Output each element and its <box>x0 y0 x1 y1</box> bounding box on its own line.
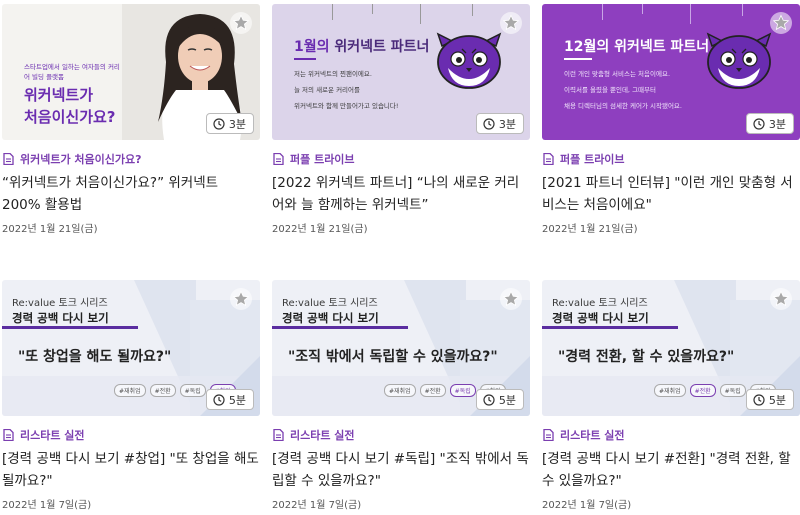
document-icon <box>273 429 284 441</box>
thumb-quote: "조직 밖에서 독립할 수 있을까요?" <box>288 349 498 365</box>
article-card[interactable]: Re:value 토크 시리즈 경력 공백 다시 보기 "조직 밖에서 독립할 … <box>272 280 530 511</box>
article-title[interactable]: [경력 공백 다시 보기 #창업] "또 창업을 해도 될까요?" <box>2 448 260 492</box>
article-thumbnail[interactable]: Re:value 토크 시리즈 경력 공백 다시 보기 "조직 밖에서 독립할 … <box>272 280 530 416</box>
series-title: 경력 공백 다시 보기 <box>552 311 649 325</box>
category-link[interactable]: 리스타트 실전 <box>542 428 800 442</box>
clock-icon <box>753 117 765 130</box>
article-card[interactable]: Re:value 토크 시리즈 경력 공백 다시 보기 "경력 전환, 할 수 … <box>542 280 800 511</box>
article-thumbnail[interactable]: Re:value 토크 시리즈 경력 공백 다시 보기 "경력 전환, 할 수 … <box>542 280 800 416</box>
tag-active: #독립 <box>449 384 476 397</box>
category-link[interactable]: 퍼플 트라이브 <box>272 152 530 166</box>
tag-active: #전환 <box>689 384 716 397</box>
duration-badge: 5분 <box>475 389 524 410</box>
article-date: 2022년 1월 21일(금) <box>2 224 98 235</box>
bookmark-star-icon[interactable] <box>500 288 522 310</box>
article-title[interactable]: [2021 파트너 인터뷰] "이런 개인 맞춤형 서비스는 처음이에요" <box>542 172 800 216</box>
clock-icon <box>483 117 495 130</box>
article-title[interactable]: [2022 위커넥트 파트너] “나의 새로운 커리어와 늘 함께하는 위커넥트… <box>272 172 530 216</box>
bookmark-star-icon[interactable] <box>770 12 792 34</box>
tag: #재취업 <box>654 384 686 397</box>
bookmark-star-icon[interactable] <box>230 288 252 310</box>
duration-badge: 3분 <box>745 113 794 134</box>
document-icon <box>3 429 14 441</box>
series-title: 경력 공백 다시 보기 <box>12 311 109 325</box>
duration-badge: 3분 <box>205 113 254 134</box>
series-label: Re:value 토크 시리즈 <box>12 298 108 309</box>
tag: #재취업 <box>384 384 416 397</box>
thumb-body-text: 저는 위커넥트의 찐팬이에요. 늘 저의 새로운 커리어를 위커넥트와 함께 만… <box>294 70 399 110</box>
article-date: 2022년 1월 7일(금) <box>272 500 362 511</box>
bookmark-star-icon[interactable] <box>770 288 792 310</box>
article-date: 2022년 1월 7일(금) <box>542 500 632 511</box>
article-thumbnail[interactable]: 스타트업에서 일하는 여자들의 커리어 빌딩 플랫폼 위커넥트가 처음이신가요?… <box>2 4 260 140</box>
article-card[interactable]: 1월의 위커넥트 파트너 저는 위커넥트의 찐팬이에요. 늘 저의 새로운 커리… <box>272 4 530 235</box>
clock-icon <box>213 117 225 130</box>
article-thumbnail[interactable]: 1월의 위커넥트 파트너 저는 위커넥트의 찐팬이에요. 늘 저의 새로운 커리… <box>272 4 530 140</box>
bookmark-star-icon[interactable] <box>500 12 522 34</box>
category-link[interactable]: 리스타트 실전 <box>2 428 260 442</box>
category-link[interactable]: 퍼플 트라이브 <box>542 152 800 166</box>
article-title[interactable]: “위커넥트가 처음이신가요?” 위커넥트 200% 활용법 <box>2 172 260 216</box>
clock-icon <box>753 393 765 406</box>
duration-badge: 5분 <box>205 389 254 410</box>
thumb-headline: 위커넥트가 처음이신가요? <box>24 86 116 126</box>
tag: #전환 <box>419 384 446 397</box>
tag: #전환 <box>149 384 176 397</box>
article-title[interactable]: [경력 공백 다시 보기 #독립] "조직 밖에서 독립할 수 있을까요?" <box>272 448 530 492</box>
thumb-body-text: 이런 개인 맞춤형 서비스는 처음이에요. 이력서를 올렸을 뿐인데, 그때부터… <box>564 70 682 110</box>
article-card[interactable]: Re:value 토크 시리즈 경력 공백 다시 보기 "또 창업을 해도 될까… <box>2 280 260 511</box>
article-title[interactable]: [경력 공백 다시 보기 #전환] "경력 전환, 할 수 있을까요?" <box>542 448 800 492</box>
document-icon <box>543 429 554 441</box>
article-thumbnail[interactable]: 12월의 위커넥트 파트너 이런 개인 맞춤형 서비스는 처음이에요. 이력서를… <box>542 4 800 140</box>
document-icon <box>543 153 554 165</box>
duration-badge: 5분 <box>745 389 794 410</box>
tag: #독립 <box>719 384 746 397</box>
thumb-headline: 12월의 위커넥트 파트너 <box>564 39 710 55</box>
clock-icon <box>483 393 495 406</box>
clock-icon <box>213 393 225 406</box>
thumb-quote: "경력 전환, 할 수 있을까요?" <box>558 349 735 365</box>
series-label: Re:value 토크 시리즈 <box>282 298 378 309</box>
article-date: 2022년 1월 7일(금) <box>2 500 92 511</box>
article-thumbnail[interactable]: Re:value 토크 시리즈 경력 공백 다시 보기 "또 창업을 해도 될까… <box>2 280 260 416</box>
category-link[interactable]: 위커넥트가 처음이신가요? <box>2 152 260 166</box>
series-title: 경력 공백 다시 보기 <box>282 311 379 325</box>
article-date: 2022년 1월 21일(금) <box>272 224 368 235</box>
thumb-quote: "또 창업을 해도 될까요?" <box>18 349 172 365</box>
document-icon <box>273 153 284 165</box>
squirrel-mascot-icon <box>707 33 771 89</box>
squirrel-mascot-icon <box>437 33 501 89</box>
document-icon <box>3 153 14 165</box>
duration-badge: 3분 <box>475 113 524 134</box>
thumb-headline: 1월의 위커넥트 파트너 <box>294 39 430 55</box>
bookmark-star-icon[interactable] <box>230 12 252 34</box>
article-card[interactable]: 스타트업에서 일하는 여자들의 커리어 빌딩 플랫폼 위커넥트가 처음이신가요?… <box>2 4 260 235</box>
tag: #재취업 <box>114 384 146 397</box>
article-date: 2022년 1월 21일(금) <box>542 224 638 235</box>
series-label: Re:value 토크 시리즈 <box>552 298 648 309</box>
tag: #독립 <box>179 384 206 397</box>
article-card[interactable]: 12월의 위커넥트 파트너 이런 개인 맞춤형 서비스는 처음이에요. 이력서를… <box>542 4 800 235</box>
category-link[interactable]: 리스타트 실전 <box>272 428 530 442</box>
thumb-subtitle: 스타트업에서 일하는 여자들의 커리어 빌딩 플랫폼 <box>24 63 120 81</box>
